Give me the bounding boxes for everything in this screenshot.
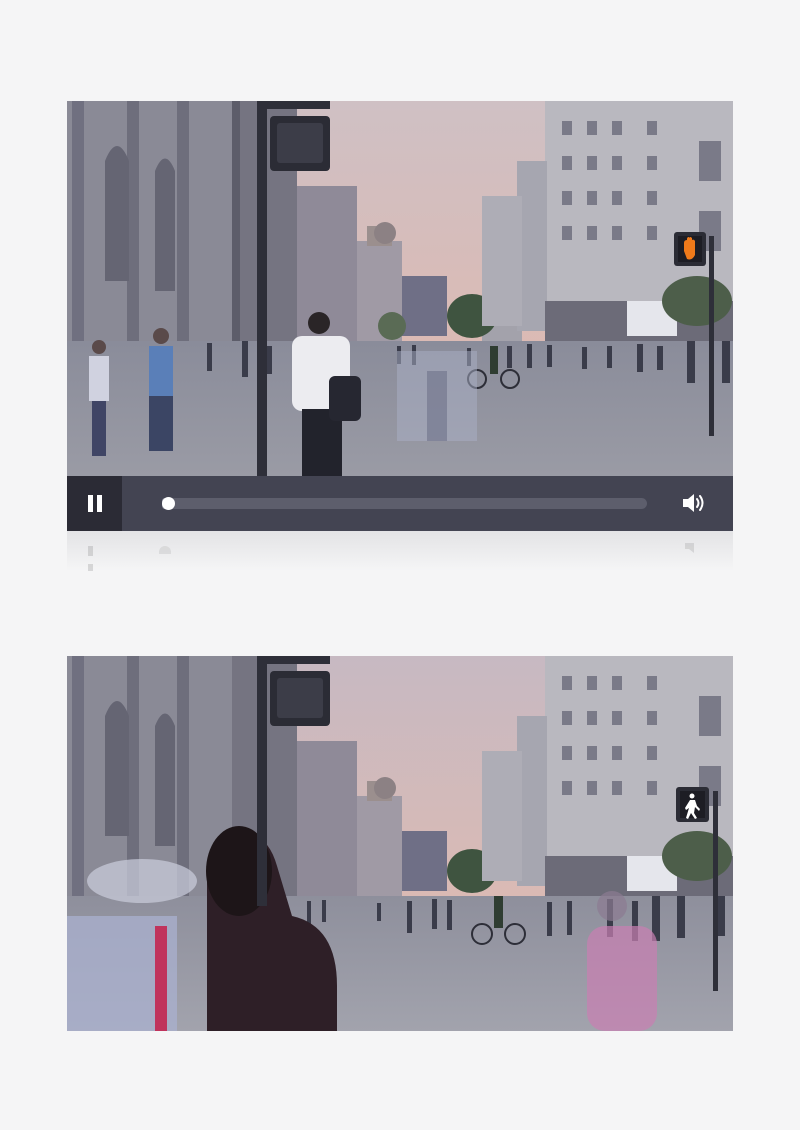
volume-icon[interactable] bbox=[681, 491, 707, 515]
reflection-volume-icon bbox=[685, 543, 694, 553]
video-screen[interactable] bbox=[67, 101, 733, 476]
progress-handle[interactable] bbox=[162, 497, 175, 510]
video-control-bar bbox=[67, 476, 733, 531]
progress-bar[interactable] bbox=[162, 497, 647, 510]
video-still-image bbox=[67, 101, 733, 476]
pause-icon bbox=[87, 495, 93, 512]
control-bar-reflection bbox=[67, 531, 733, 571]
pause-button[interactable] bbox=[67, 476, 122, 531]
reflection-progress-handle bbox=[159, 546, 171, 554]
reflection-pause-icon bbox=[88, 543, 102, 571]
pause-icon-bar bbox=[96, 495, 102, 512]
video-still-frame bbox=[67, 656, 733, 1031]
video-still-image-2 bbox=[67, 656, 733, 1031]
